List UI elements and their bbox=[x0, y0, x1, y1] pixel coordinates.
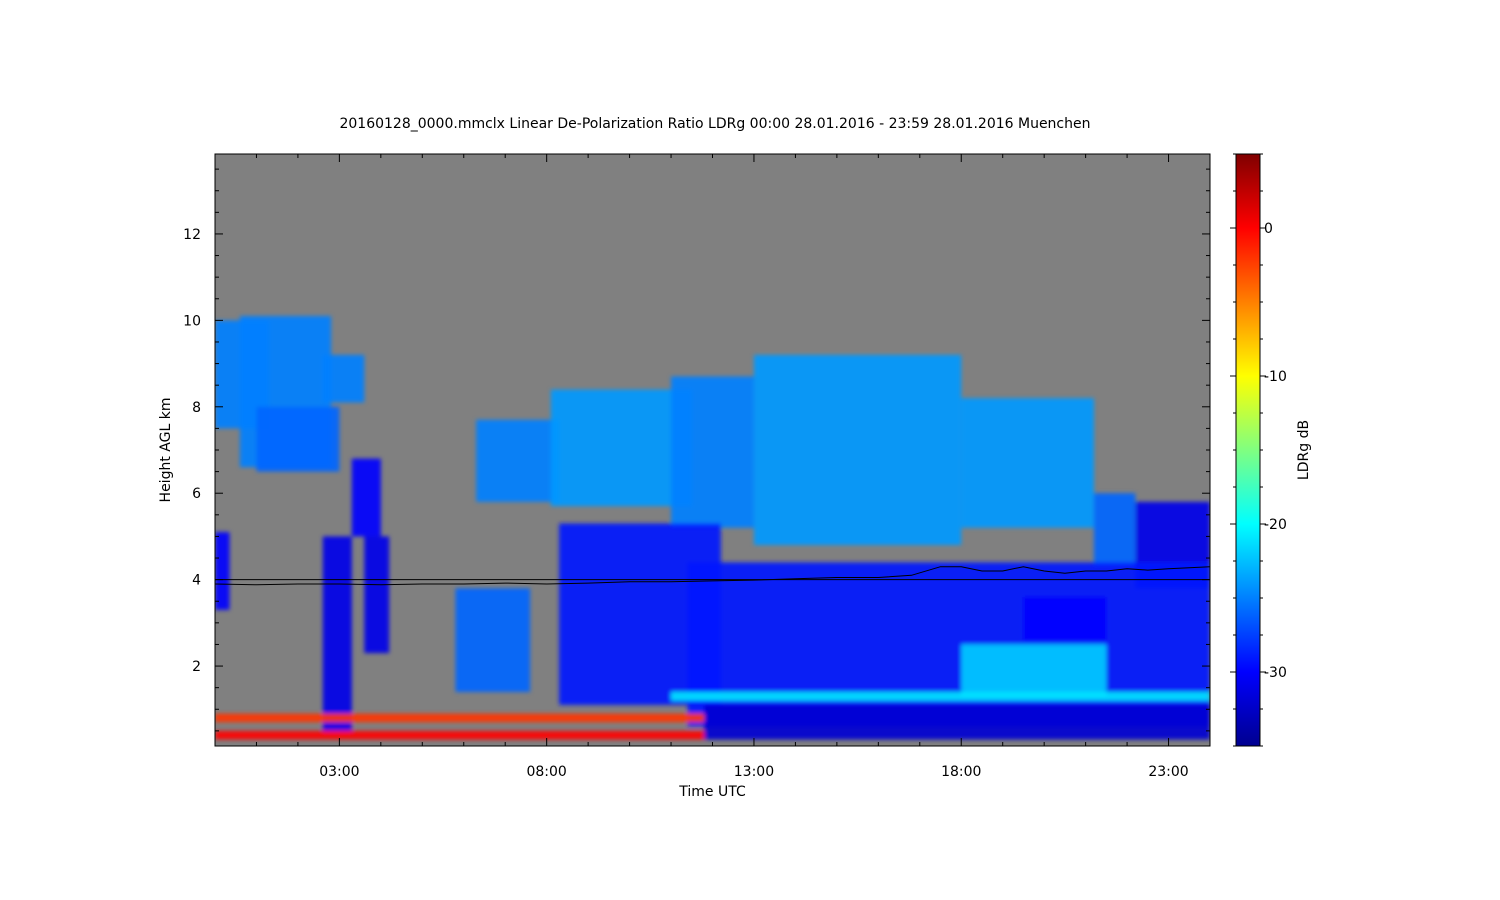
x-tick-label: 03:00 bbox=[319, 764, 359, 780]
x-tick-label: 18:00 bbox=[941, 764, 981, 780]
y-tick-label: 4 bbox=[192, 573, 201, 589]
depolarization-ratio-chart: 03:00 08:00 13:00 18:00 23:00 2 4 6 8 10 12 Time UT… bbox=[158, 153, 1312, 800]
colorbar-label: LDRg dB bbox=[1296, 420, 1312, 480]
echo-region bbox=[322, 354, 365, 403]
y-tick-label: 8 bbox=[192, 400, 201, 416]
echo-region bbox=[961, 398, 1094, 528]
colorbar-tick-label: 0 bbox=[1264, 221, 1273, 237]
echo-region bbox=[671, 376, 754, 528]
echo-region bbox=[1023, 596, 1107, 641]
colorbar bbox=[1235, 153, 1261, 747]
echo-region bbox=[351, 458, 381, 537]
echo-region bbox=[704, 704, 1210, 740]
echo-region bbox=[215, 532, 230, 610]
echo-region bbox=[1093, 493, 1136, 567]
echo-region bbox=[215, 730, 705, 740]
y-axis-label: Height AGL km bbox=[158, 398, 174, 503]
colorbar-tick-label: -20 bbox=[1264, 517, 1287, 533]
x-axis-label: Time UTC bbox=[678, 784, 746, 800]
x-tick-label: 13:00 bbox=[734, 764, 774, 780]
echo-region bbox=[476, 419, 560, 502]
echo-region bbox=[687, 562, 1210, 727]
echo-region bbox=[364, 536, 390, 654]
y-tick-label: 6 bbox=[192, 486, 201, 502]
echo-region bbox=[215, 713, 705, 723]
echo-region bbox=[322, 536, 352, 731]
y-tick-label: 2 bbox=[192, 659, 201, 675]
echo-region bbox=[455, 588, 531, 692]
colorbar-tick-label: -30 bbox=[1264, 665, 1287, 681]
echo-region bbox=[256, 406, 340, 472]
echo-region bbox=[961, 644, 1107, 697]
echo-region bbox=[550, 389, 692, 507]
y-tick-label: 12 bbox=[183, 227, 201, 243]
echo-region bbox=[671, 691, 1210, 701]
x-tick-label: 08:00 bbox=[526, 764, 566, 780]
x-tick-label: 23:00 bbox=[1148, 764, 1188, 780]
colorbar-tick-label: -10 bbox=[1264, 369, 1287, 385]
y-tick-label: 10 bbox=[183, 313, 201, 329]
echo-region bbox=[753, 354, 962, 546]
